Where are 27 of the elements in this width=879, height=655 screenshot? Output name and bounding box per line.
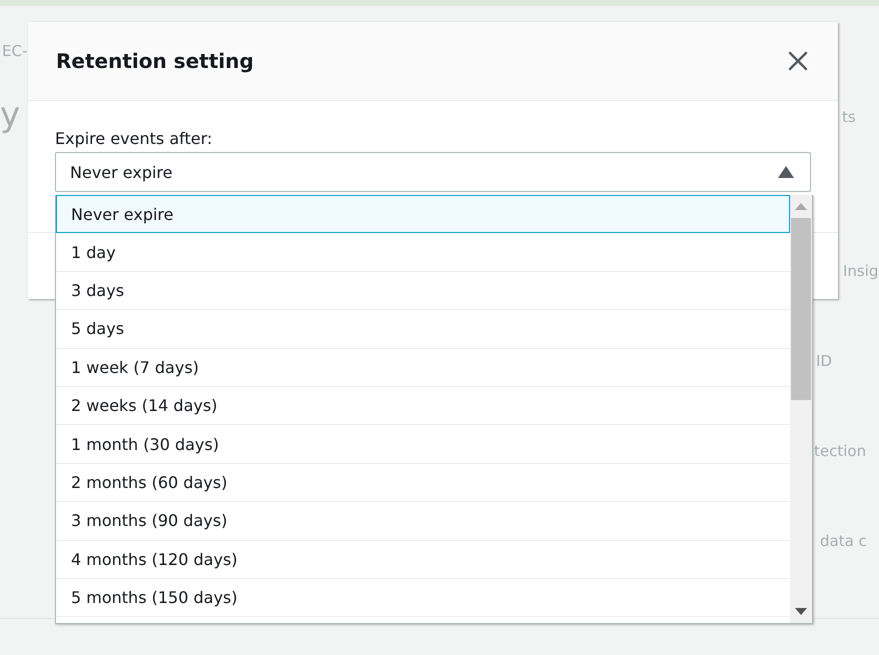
dropdown-option[interactable]: 2 weeks (14 days) — [56, 386, 790, 426]
background-text: Insig — [843, 262, 878, 280]
scroll-up-icon[interactable] — [795, 203, 807, 210]
dropdown-option[interactable]: 5 days — [56, 310, 790, 349]
dialog-title: Retention setting — [56, 49, 254, 73]
scrollbar[interactable] — [790, 195, 812, 623]
scroll-down-icon[interactable] — [795, 608, 807, 615]
dropdown-option[interactable]: 2 months (60 days) — [56, 464, 790, 502]
retention-select[interactable]: Never expire — [55, 152, 811, 192]
dropdown-option[interactable]: 3 days — [56, 272, 790, 310]
dropdown-option[interactable]: 1 week (7 days) — [56, 348, 790, 387]
dropdown-option[interactable]: 5 months (150 days) — [56, 578, 790, 618]
close-icon[interactable] — [788, 51, 808, 71]
dropdown-option[interactable]: 3 months (90 days) — [56, 502, 790, 541]
dropdown-option[interactable]: 1 month (30 days) — [56, 425, 790, 464]
dropdown-option[interactable]: 4 months (120 days) — [56, 540, 790, 579]
background-text: EC- — [2, 42, 28, 60]
background-text: y — [0, 95, 20, 135]
field-label: Expire events after: — [55, 129, 214, 148]
caret-icon — [778, 166, 794, 178]
dropdown-option[interactable]: Never expire — [56, 195, 790, 234]
dropdown-option[interactable]: 1 day — [56, 233, 790, 272]
background-text: data c — [820, 532, 867, 550]
background-text: ID — [816, 352, 832, 370]
background-text: tection — [814, 442, 866, 460]
scrollbar-thumb[interactable] — [791, 218, 811, 400]
background-text: ts — [842, 108, 856, 126]
